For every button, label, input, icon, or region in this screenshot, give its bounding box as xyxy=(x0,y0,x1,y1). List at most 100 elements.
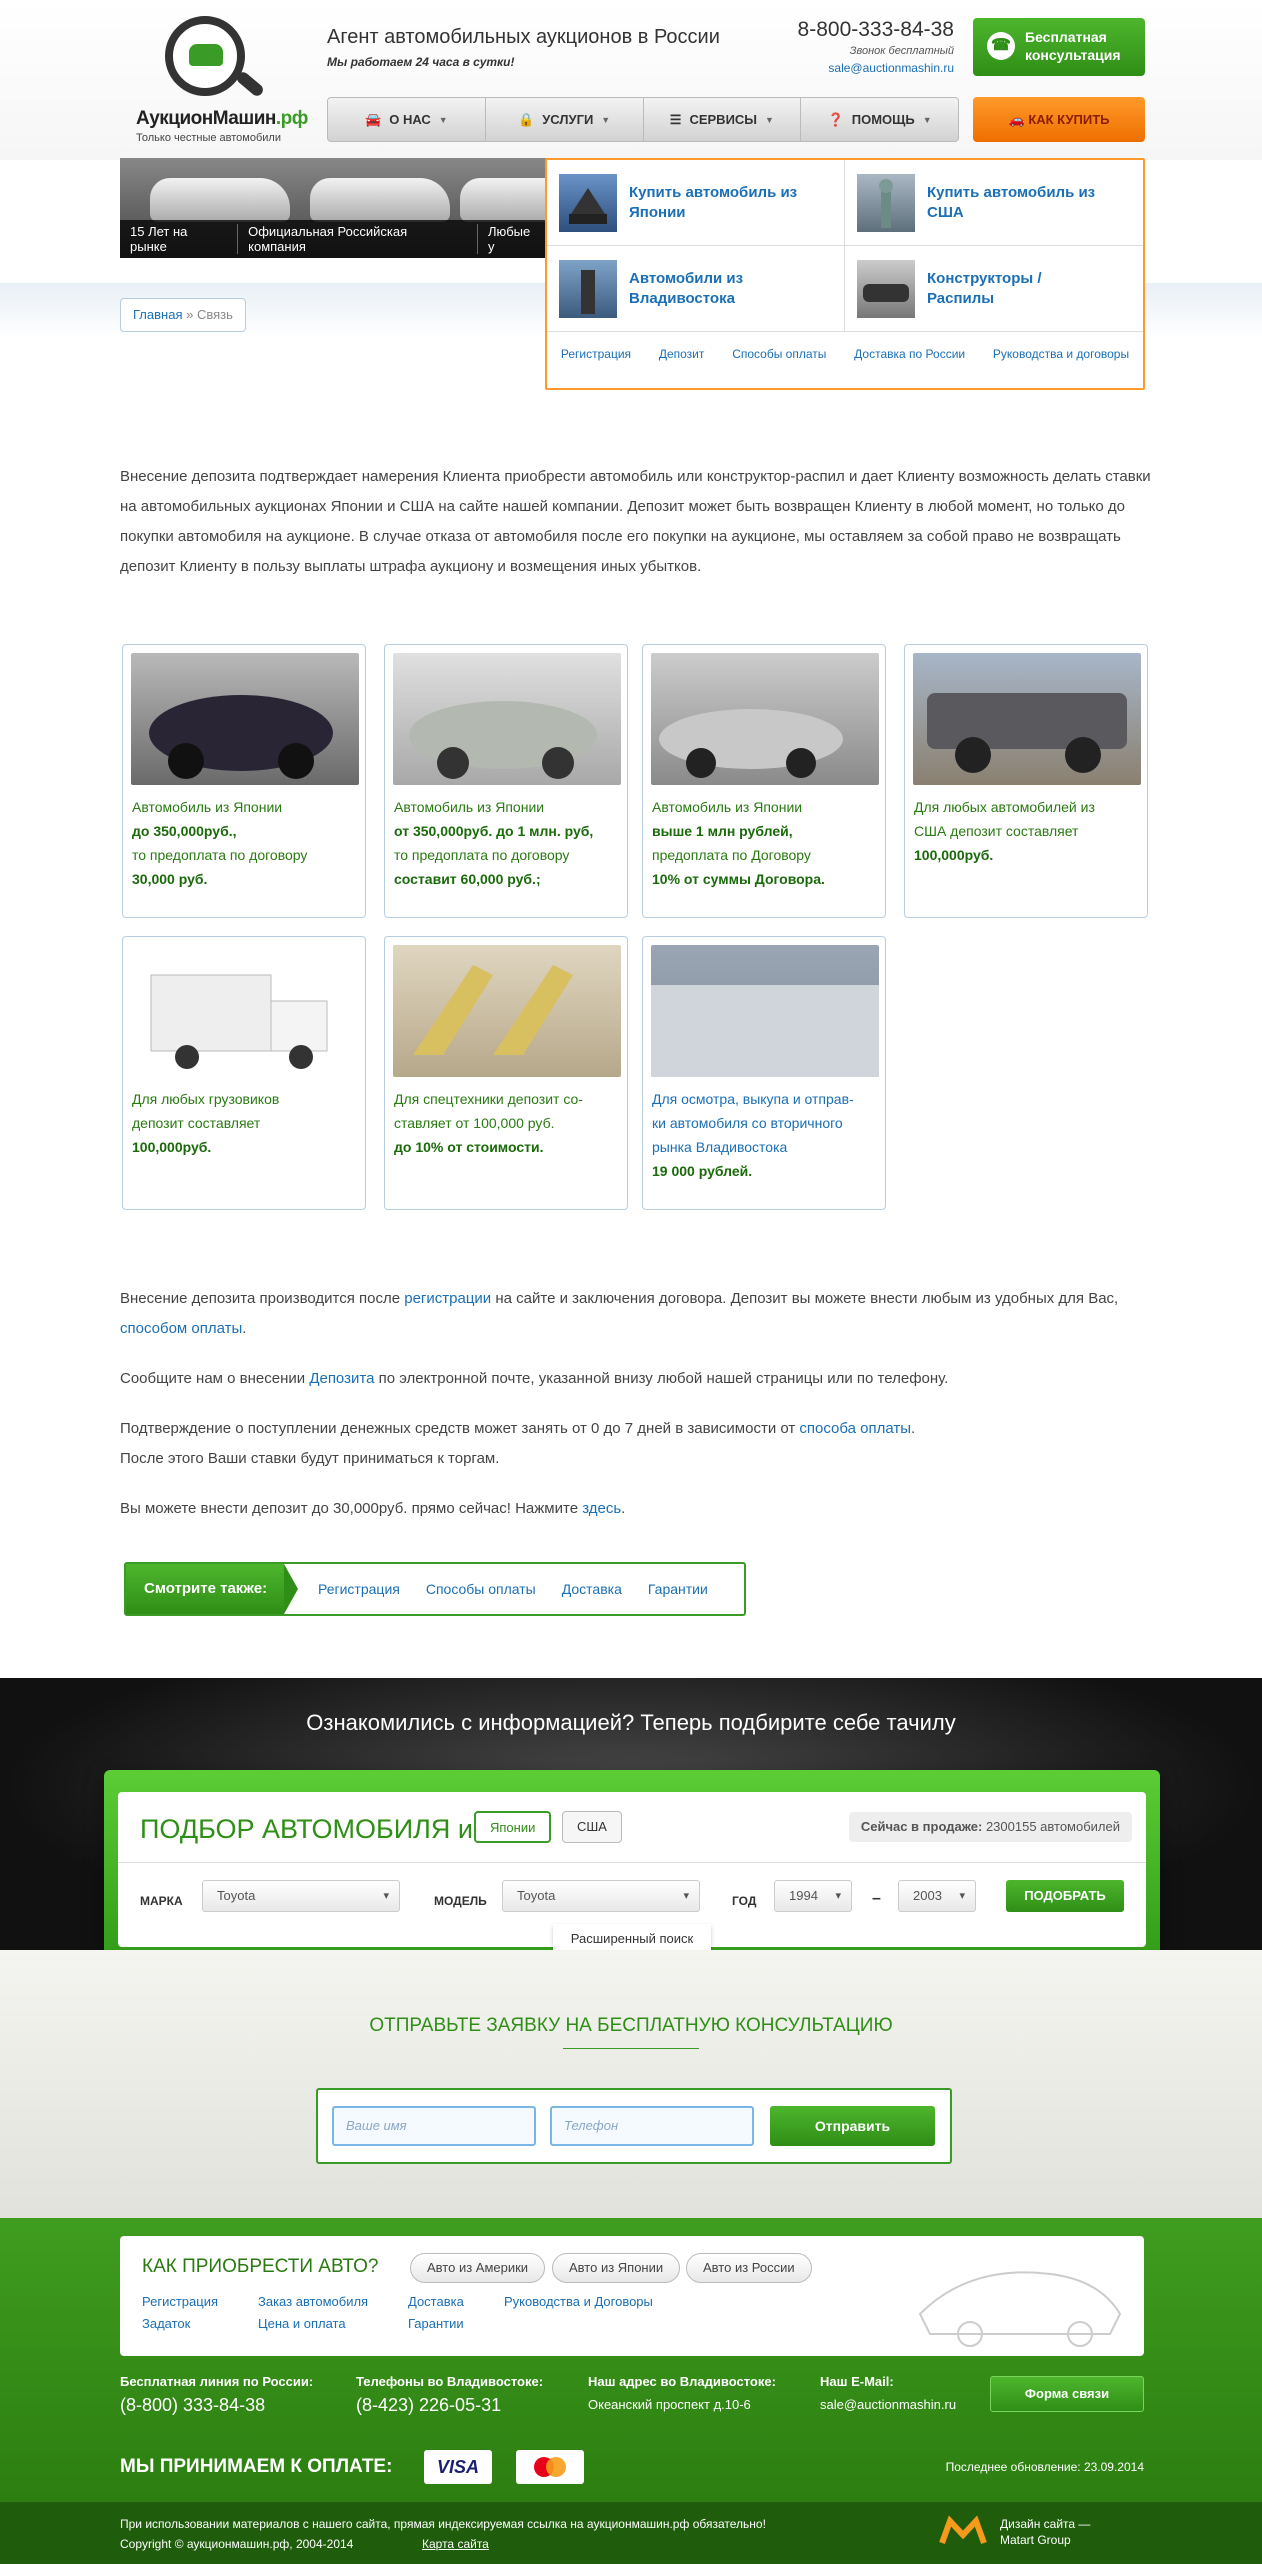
dropdown-item-vladivostok[interactable]: Автомобили из Владивостока xyxy=(547,246,845,332)
promo-banner[interactable]: 15 Лет на рынке Официальная Российская к… xyxy=(120,158,550,258)
dropdown-item-parts[interactable]: Конструкторы / Распилы xyxy=(845,246,1143,332)
chevron-down-icon: ▼ xyxy=(601,114,611,125)
pill-japan[interactable]: Авто из Японии xyxy=(552,2253,681,2283)
footer-link[interactable]: Доставка xyxy=(408,2294,464,2309)
payment-method-link[interactable]: способа оплаты xyxy=(799,1420,911,1437)
deposit-card: Для спецтехники депозит со-ставляет от 1… xyxy=(384,936,628,1210)
dropdown-link[interactable]: Регистрация xyxy=(561,347,631,361)
footer-email[interactable]: Наш E-Mail: sale@auctionmashin.ru xyxy=(820,2374,956,2412)
breadcrumb: Главная » Связь xyxy=(120,298,246,332)
car-image xyxy=(460,178,550,222)
see-also-link[interactable]: Доставка xyxy=(562,1581,622,1597)
dropdown-item-usa[interactable]: Купить автомобиль из США xyxy=(845,160,1143,246)
notify-text: Сообщите нам о внесении Депозита по элек… xyxy=(120,1370,949,1387)
make-select[interactable]: Toyota xyxy=(202,1880,400,1912)
chevron-down-icon: ▼ xyxy=(765,114,774,125)
car-image xyxy=(150,178,290,222)
picker-title: ПОДБОР АВТОМОБИЛЯ из xyxy=(140,1814,486,1844)
contact-form-button[interactable]: Форма связи xyxy=(990,2376,1144,2412)
make-label: МАРКА xyxy=(140,1894,183,1908)
truck-photo xyxy=(913,653,1141,785)
footer-link[interactable]: Цена и оплата xyxy=(258,2316,346,2331)
menu-help[interactable]: ❓ ПОМОЩЬ ▼ xyxy=(801,98,958,141)
last-updated: Последнее обновление: 23.09.2014 xyxy=(945,2460,1144,2474)
year-from-select[interactable]: 1994 xyxy=(774,1880,852,1912)
model-label: МОДЕЛЬ xyxy=(434,1894,487,1908)
consult-form: Ваше имя Телефон Отправить xyxy=(316,2088,952,2164)
footer-link[interactable]: Заказ автомобиля xyxy=(258,2294,368,2309)
footer-link[interactable]: Гарантии xyxy=(408,2316,464,2331)
list-icon: ☰ xyxy=(669,111,682,127)
dropdown-link[interactable]: Доставка по России xyxy=(854,347,965,361)
menu-tools[interactable]: ☰ СЕРВИСЫ ▼ xyxy=(644,98,802,141)
header-phone[interactable]: 8-800-333-84-38 xyxy=(734,18,954,42)
site-tagline: Агент автомобильных аукционов в России xyxy=(327,26,720,48)
menu-services[interactable]: 🔒 УСЛУГИ ▼ xyxy=(486,98,644,141)
car-image xyxy=(310,178,450,222)
pill-russia[interactable]: Авто из России xyxy=(686,2253,812,2283)
truck-photo xyxy=(131,945,359,1077)
mastercard-icon xyxy=(516,2450,584,2484)
dropdown-link[interactable]: Способы оплаты xyxy=(732,347,826,361)
deposit-card: Для любых грузовиков депозит составляет 10… xyxy=(122,936,366,1210)
deposit-card: Автомобиль из Японии от 350,000руб. до 1 … xyxy=(384,644,628,918)
footer-link[interactable]: Задаток xyxy=(142,2316,190,2331)
logo-subtitle: Только честные автомобили xyxy=(136,132,281,144)
dropdown-link[interactable]: Депозит xyxy=(659,347,705,361)
picker-headline: Ознакомились с информацией? Теперь подби… xyxy=(306,1710,956,1735)
japan-icon xyxy=(559,173,617,232)
see-also-link[interactable]: Гарантии xyxy=(648,1581,708,1597)
car-sketch-icon xyxy=(918,2271,1122,2347)
car-icon: 🚗 xyxy=(1008,112,1029,127)
footer-link[interactable]: Регистрация xyxy=(142,2294,218,2309)
see-also-link[interactable]: Способы оплаты xyxy=(426,1581,536,1597)
footer-russia-line: Бесплатная линия по России: (8-800) 333-8… xyxy=(120,2374,314,2415)
deposit-card: Для осмотра, выкупа и отправ-ки автомоби… xyxy=(642,936,886,1210)
consult-section xyxy=(0,1950,1262,2218)
help-icon: ❓ xyxy=(827,111,844,127)
phone-note: Звонок бесплатный xyxy=(849,45,954,57)
copyright-notice: При использовании материалов с нашего са… xyxy=(120,2517,766,2531)
see-also-title: Смотрите также: xyxy=(126,1564,298,1614)
header-email[interactable]: sale@auctionmashin.ru xyxy=(734,61,954,75)
pick-button[interactable]: ПОДОБРАТЬ xyxy=(1006,1880,1124,1912)
visa-icon: VISA xyxy=(424,2450,492,2484)
designer-credit[interactable]: Дизайн сайта — Matart Group xyxy=(1000,2516,1090,2548)
tab-japan[interactable]: Японии xyxy=(474,1811,552,1843)
how-to-buy-button[interactable]: 🚗 КАК КУПИТЬ xyxy=(973,97,1145,142)
magnifier-icon xyxy=(165,16,245,96)
main-menu: 🚘 О НАС ▼ 🔒 УСЛУГИ ▼ ☰ СЕРВИСЫ ▼ ❓ ПОМОЩЬ ▼ xyxy=(327,97,959,142)
deposit-card: Автомобиль из Японии до 350,000руб., то пр… xyxy=(122,644,366,918)
name-input[interactable]: Ваше имя xyxy=(332,2106,536,2146)
menu-about[interactable]: 🚘 О НАС ▼ xyxy=(328,98,486,141)
deposit-now-text: Вы можете внести депозит до 30,000руб. п… xyxy=(120,1500,626,1517)
breadcrumb-home[interactable]: Главная xyxy=(133,307,182,322)
dropdown-item-japan[interactable]: Купить автомобиль из Японии xyxy=(547,160,845,246)
dropdown-link[interactable]: Руководства и договоры xyxy=(993,347,1129,361)
breadcrumb-current: Связь xyxy=(196,307,233,322)
here-link[interactable]: здесь xyxy=(582,1500,621,1517)
free-consult-button[interactable]: ☎ Бесплатная консультация xyxy=(973,18,1145,76)
dropdown-links: Регистрация Депозит Способы оплаты Доста… xyxy=(547,347,1143,361)
intro-text: Внесение депозита подтверждает намерения… xyxy=(120,468,1151,575)
see-also-link[interactable]: Регистрация xyxy=(318,1581,400,1597)
deposit-link[interactable]: Депозита xyxy=(309,1370,374,1387)
bag-icon: 🔒 xyxy=(518,111,535,127)
registration-link[interactable]: регистрации xyxy=(404,1290,491,1307)
year-to-select[interactable]: 2003 xyxy=(898,1880,976,1912)
payment-methods-link[interactable]: способом оплаты xyxy=(120,1320,242,1337)
chevron-down-icon: ▼ xyxy=(922,114,932,125)
excavator-photo xyxy=(393,945,621,1077)
footer-link[interactable]: Руководства и Договоры xyxy=(504,2294,653,2309)
sitemap-link[interactable]: Карта сайта xyxy=(422,2537,489,2551)
confirm-text: Подтверждение о поступлении денежных сре… xyxy=(120,1420,916,1467)
phone-input[interactable]: Телефон xyxy=(550,2106,754,2146)
pill-usa[interactable]: Авто из Америки xyxy=(410,2253,546,2283)
tab-usa[interactable]: США xyxy=(562,1811,622,1843)
copyright: Copyright © аукционмашин.рф, 2004-2014 xyxy=(120,2537,354,2551)
model-select[interactable]: Toyota xyxy=(502,1880,700,1912)
send-button[interactable]: Отправить xyxy=(770,2106,935,2146)
footer-vladivostok-phones: Телефоны во Владивостоке: (8-423) 226-05-… xyxy=(356,2374,544,2415)
car-photo xyxy=(131,653,359,785)
year-label: ГОД xyxy=(732,1894,757,1908)
